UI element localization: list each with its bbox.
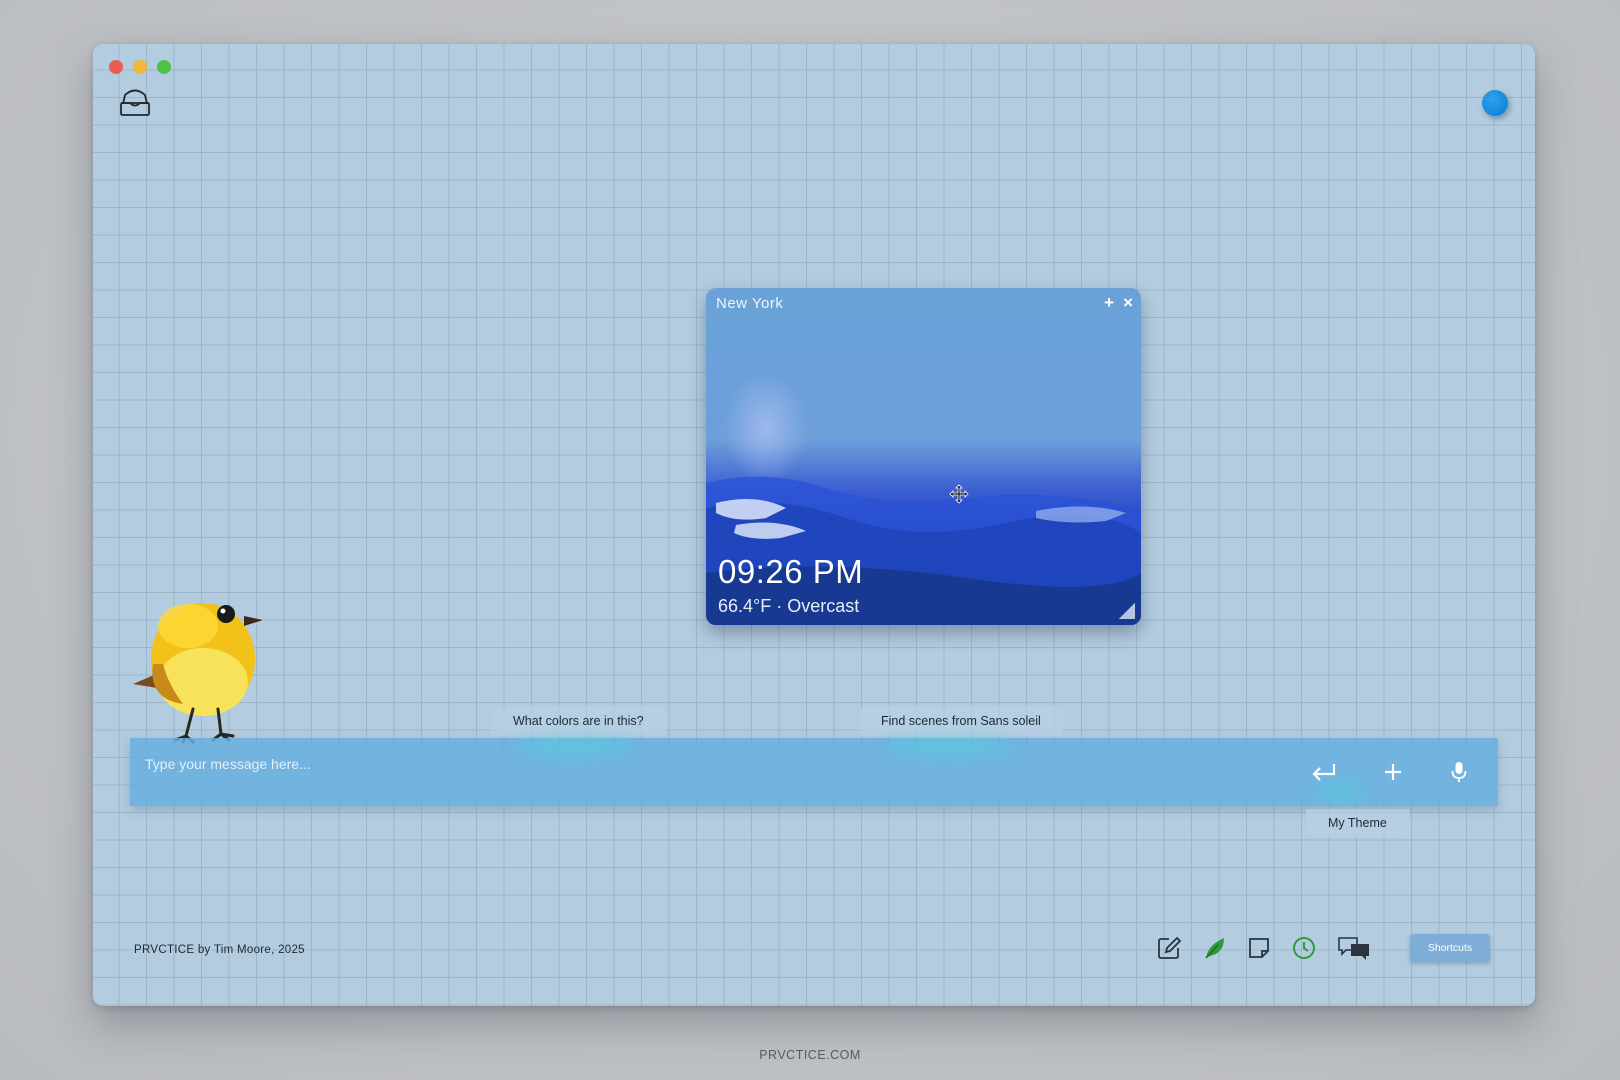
status-dot[interactable] [1482,90,1508,116]
note-icon[interactable] [1246,935,1272,961]
page: New York + × 09:26 PM 66.4°F · Overcast … [0,0,1620,1080]
move-cursor-icon[interactable] [949,484,969,504]
time-label: 09:26 PM [718,553,864,590]
message-input[interactable] [130,738,1310,790]
shortcuts-button[interactable]: Shortcuts [1410,934,1490,962]
site-url: PRVCTICE.COM [759,1048,861,1062]
edit-icon[interactable] [1156,935,1182,961]
city-label: New York [716,295,784,312]
attach-button[interactable] [1377,756,1409,788]
close-widget-button[interactable]: × [1123,293,1133,313]
conditions-label: 66.4°F · Overcast [718,596,860,616]
app-window: New York + × 09:26 PM 66.4°F · Overcast … [93,44,1535,1006]
theme-chip[interactable]: My Theme [1306,809,1409,837]
leaf-icon[interactable] [1202,935,1228,961]
message-bar [130,738,1498,806]
bird-mascot-icon[interactable] [123,584,273,744]
enter-icon [1312,764,1336,781]
suggestion-chip-sans-soleil[interactable]: Find scenes from Sans soleil [859,706,1063,736]
maximize-window-button[interactable] [157,60,171,74]
send-button[interactable] [1308,756,1340,788]
voice-input-button[interactable] [1443,756,1475,788]
window-controls [109,60,171,74]
inbox-icon[interactable] [118,87,152,117]
close-window-button[interactable] [109,60,123,74]
resize-handle-icon[interactable] [1119,603,1135,619]
microphone-icon [1451,762,1467,782]
weather-widget[interactable]: New York + × 09:26 PM 66.4°F · Overcast [706,288,1141,625]
add-icon [1385,764,1401,780]
suggestion-chip-colors[interactable]: What colors are in this? [491,706,666,736]
credit-text: PRVCTICE by Tim Moore, 2025 [134,944,305,956]
add-widget-button[interactable]: + [1104,293,1114,313]
chat-icon[interactable] [1337,935,1371,961]
clock-icon[interactable] [1291,935,1317,961]
minimize-window-button[interactable] [133,60,147,74]
